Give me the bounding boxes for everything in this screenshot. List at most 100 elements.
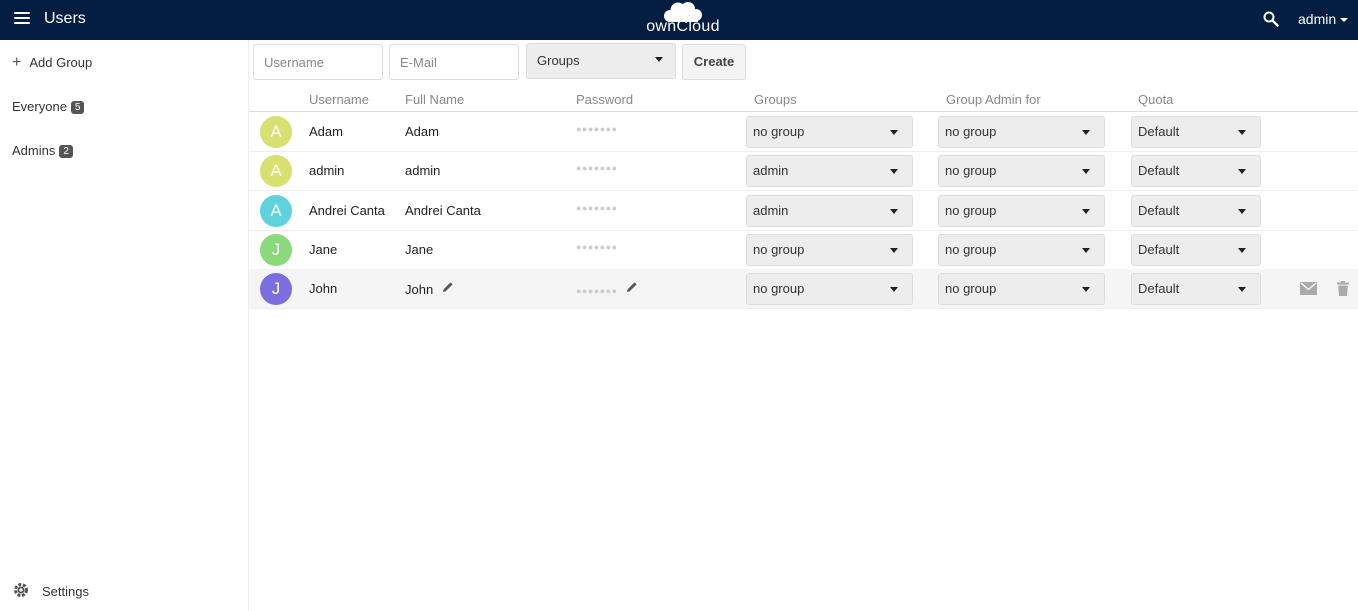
groups-dropdown[interactable]: no group [746, 234, 913, 266]
group-count-badge: 2 [59, 145, 73, 158]
password-value: ●●●●●●● [576, 286, 618, 296]
caret-down-icon [1082, 169, 1090, 174]
header-username[interactable]: Username [309, 92, 369, 107]
quota-dropdown[interactable]: Default [1131, 234, 1261, 266]
group-admin-value: no group [945, 203, 997, 218]
group-admin-value: no group [945, 281, 997, 296]
search-icon[interactable] [1263, 11, 1279, 27]
username-cell: admin [309, 163, 345, 178]
table-row[interactable]: A Andrei Canta Andrei Canta ●●●●●●● admi… [249, 191, 1358, 231]
sidebar-item-everyone[interactable]: Everyone 5 [12, 99, 85, 114]
menu-icon[interactable] [14, 12, 30, 26]
password-cell[interactable]: ●●●●●●● [576, 124, 618, 134]
logo-text: ownCloud [646, 18, 720, 35]
avatar: A [260, 116, 292, 148]
caret-down-icon [1340, 18, 1349, 23]
group-admin-dropdown[interactable]: no group [938, 155, 1105, 187]
group-count-badge: 5 [70, 101, 85, 114]
group-admin-dropdown[interactable]: no group [938, 116, 1105, 148]
header-groups[interactable]: Groups [754, 92, 797, 107]
groups-value: no group [753, 281, 805, 296]
quota-dropdown[interactable]: Default [1131, 273, 1261, 305]
quota-dropdown[interactable]: Default [1131, 155, 1261, 187]
username-input[interactable] [253, 44, 383, 80]
full-name-cell[interactable]: Andrei Canta [405, 203, 481, 218]
pencil-icon[interactable] [626, 281, 638, 293]
caret-down-icon [890, 169, 898, 174]
full-name-cell[interactable]: admin [405, 163, 440, 178]
table-row[interactable]: A admin admin ●●●●●●● admin no group Def… [249, 151, 1358, 191]
quota-dropdown[interactable]: Default [1131, 195, 1261, 227]
mail-icon[interactable] [1300, 282, 1317, 295]
group-admin-value: no group [945, 163, 997, 178]
caret-down-icon [1082, 287, 1090, 292]
groups-value: no group [753, 124, 805, 139]
quota-value: Default [1138, 281, 1180, 296]
trash-icon[interactable] [1337, 281, 1349, 296]
full-name-cell[interactable]: Adam [405, 124, 439, 139]
settings-label: Settings [42, 584, 89, 599]
header-password[interactable]: Password [576, 92, 633, 107]
quota-value: Default [1138, 203, 1180, 218]
settings-button[interactable]: Settings [12, 581, 89, 599]
table-row[interactable]: J Jane Jane ●●●●●●● no group no group De… [249, 230, 1358, 270]
pencil-icon[interactable] [442, 281, 454, 293]
header-quota[interactable]: Quota [1138, 92, 1173, 107]
group-admin-value: no group [945, 124, 997, 139]
sidebar-item-admins[interactable]: Admins 2 [12, 143, 73, 158]
password-cell[interactable]: ●●●●●●● [576, 281, 638, 296]
group-admin-dropdown[interactable]: no group [938, 195, 1105, 227]
user-menu-label: admin [1298, 11, 1337, 27]
avatar: A [260, 155, 292, 187]
add-group-button[interactable]: + Add Group [12, 54, 92, 72]
header-full-name[interactable]: Full Name [405, 92, 464, 107]
caret-down-icon [1238, 287, 1246, 292]
password-cell[interactable]: ●●●●●●● [576, 163, 618, 173]
user-menu[interactable]: admin [1298, 11, 1349, 27]
password-cell[interactable]: ●●●●●●● [576, 242, 618, 252]
caret-down-icon [1238, 130, 1246, 135]
username-cell: Andrei Canta [309, 203, 385, 218]
avatar: A [260, 195, 292, 227]
group-admin-dropdown[interactable]: no group [938, 234, 1105, 266]
password-cell[interactable]: ●●●●●●● [576, 203, 618, 213]
groups-select[interactable]: Groups [526, 43, 676, 79]
app-title: Users [44, 10, 86, 27]
table-row[interactable]: A Adam Adam ●●●●●●● no group no group De… [249, 112, 1358, 152]
groups-value: no group [753, 242, 805, 257]
groups-dropdown[interactable]: no group [746, 273, 913, 305]
table-row[interactable]: J John John ●●●●●●● no group no group De… [249, 269, 1358, 309]
full-name-cell[interactable]: John [405, 281, 454, 297]
username-cell: John [309, 281, 338, 296]
email-input[interactable] [389, 44, 519, 80]
quota-dropdown[interactable]: Default [1131, 116, 1261, 148]
create-button[interactable]: Create [682, 44, 746, 80]
caret-down-icon [1082, 130, 1090, 135]
full-name-value: John [405, 282, 434, 297]
groups-value: admin [753, 203, 789, 218]
add-group-label: Add Group [29, 55, 93, 70]
table-header: Username Full Name Password Groups Group… [249, 88, 1358, 112]
avatar: J [260, 234, 292, 266]
groups-dropdown[interactable]: no group [746, 116, 913, 148]
top-header: Users ownCloud admin [0, 0, 1358, 40]
group-admin-value: no group [945, 242, 997, 257]
groups-dropdown[interactable]: admin [746, 195, 913, 227]
avatar: J [260, 273, 292, 305]
caret-down-icon [890, 130, 898, 135]
groups-select-label: Groups [537, 53, 580, 68]
full-name-cell[interactable]: Jane [405, 242, 433, 257]
plus-icon: + [12, 54, 22, 71]
gear-icon [14, 583, 28, 597]
caret-down-icon [1238, 209, 1246, 214]
caret-down-icon [1082, 209, 1090, 214]
caret-down-icon [890, 209, 898, 214]
quota-value: Default [1138, 242, 1180, 257]
username-cell: Adam [309, 124, 343, 139]
groups-dropdown[interactable]: admin [746, 155, 913, 187]
owncloud-logo[interactable]: ownCloud [644, 1, 722, 37]
group-label: Everyone [12, 99, 67, 114]
header-group-admin[interactable]: Group Admin for [946, 92, 1041, 107]
group-admin-dropdown[interactable]: no group [938, 273, 1105, 305]
quota-value: Default [1138, 163, 1180, 178]
